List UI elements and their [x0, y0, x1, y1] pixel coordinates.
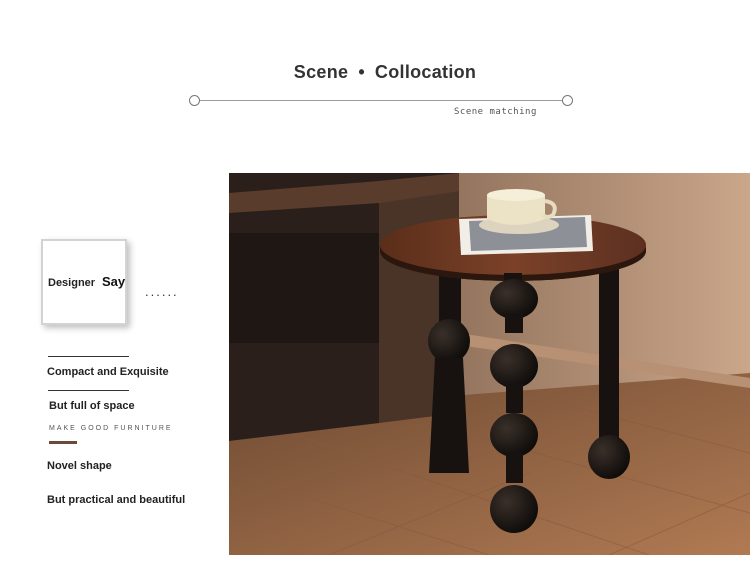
side-table-illustration	[229, 173, 750, 555]
divider-right-circle-icon	[562, 95, 573, 106]
designer-ellipsis: ......	[145, 284, 179, 299]
designer-say-card: Designer Say	[41, 239, 127, 325]
title-scene: Scene	[293, 62, 349, 82]
designer-say-label: Say	[102, 274, 126, 289]
feature-compact: Compact and Exquisite	[47, 366, 169, 378]
feature-novel-shape: Novel shape	[47, 460, 112, 472]
feature-tagline: MAKE GOOD FURNITURE	[49, 425, 173, 432]
designer-label: Designer	[48, 277, 96, 289]
feature-divider-top	[48, 356, 129, 357]
title-separator: •	[358, 62, 365, 82]
feature-accent-bar	[49, 441, 77, 444]
feature-practical: But practical and beautiful	[47, 494, 186, 506]
feature-divider-middle	[48, 390, 129, 391]
divider-left-circle-icon	[189, 95, 200, 106]
product-scene-photo	[229, 173, 750, 555]
section-subtitle: Scene matching	[454, 107, 537, 117]
section-title: Scene • Collocation	[0, 62, 750, 83]
title-collocation: Collocation	[374, 62, 477, 82]
title-divider-line	[194, 100, 568, 101]
feature-space: But full of space	[49, 400, 135, 412]
